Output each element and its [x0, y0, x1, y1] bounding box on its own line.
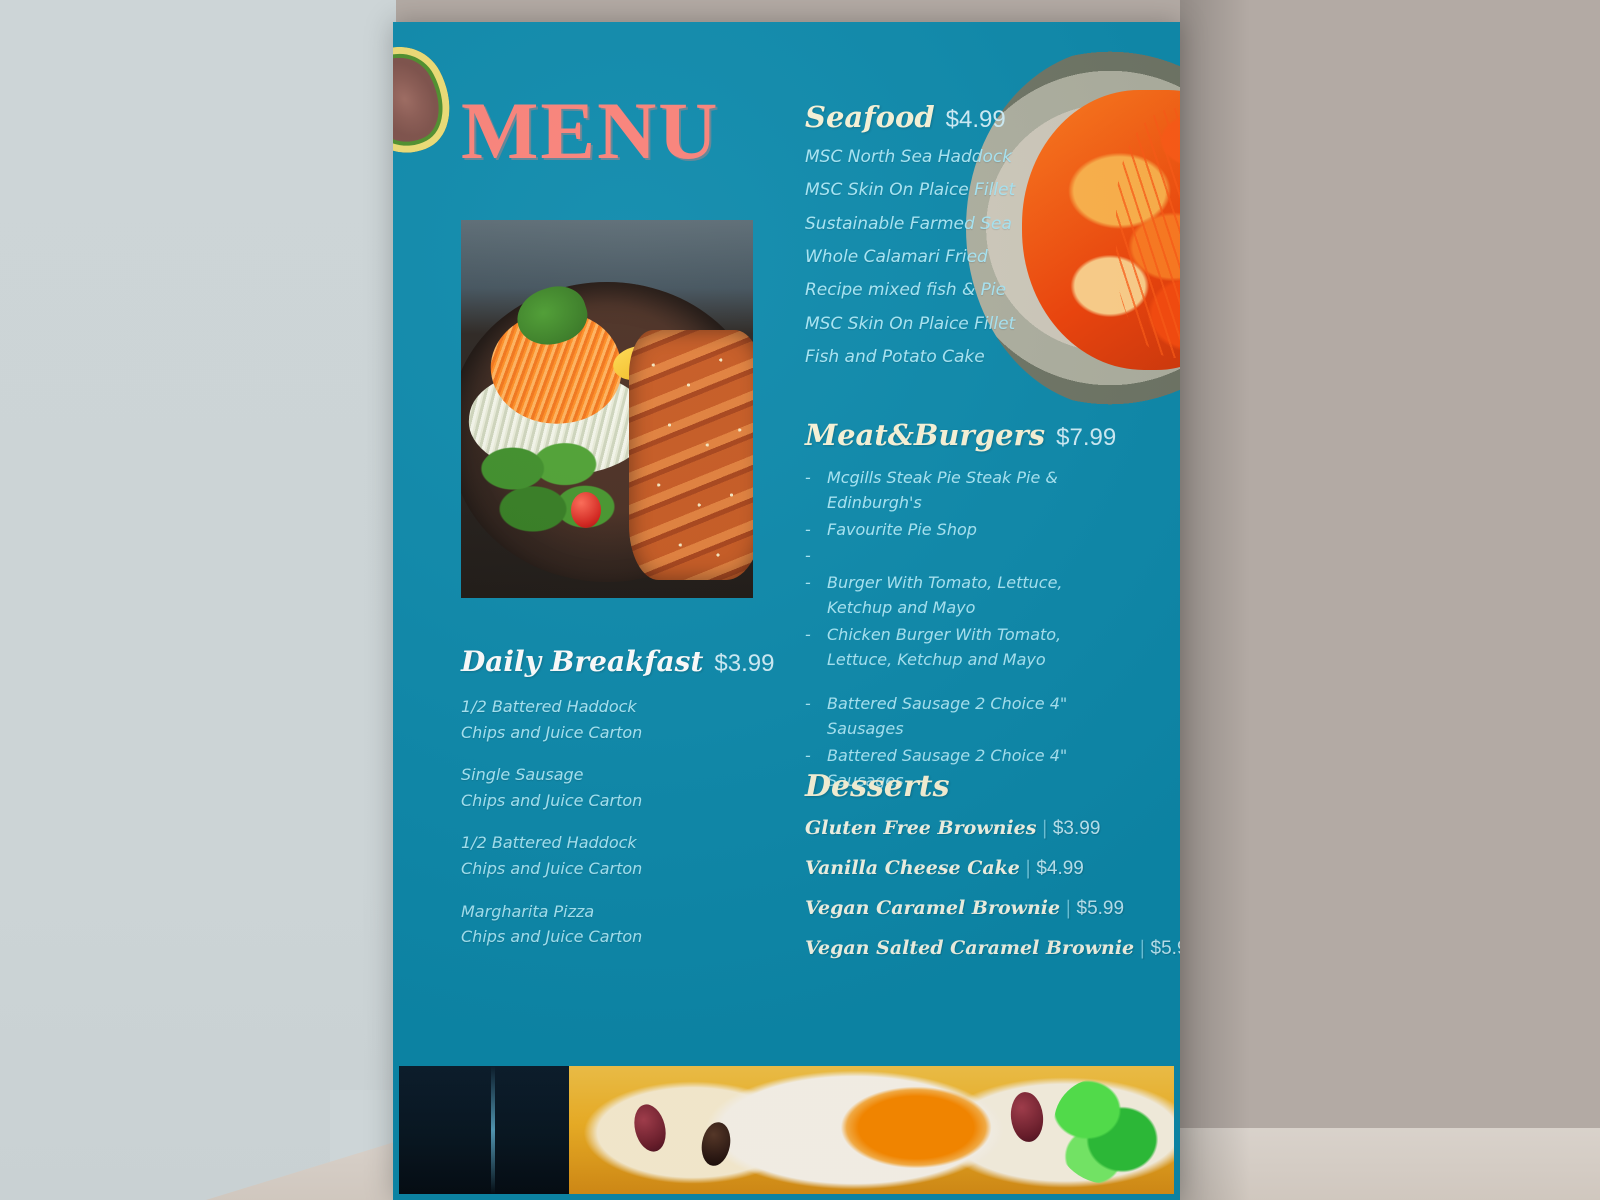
breakfast-line-2: Chips and Juice Carton [461, 927, 643, 947]
section-title-seafood: Seafood [805, 100, 935, 134]
breakfast-line-2: Chips and Juice Carton [461, 790, 643, 810]
breakfast-line-1: 1/2 Battered Haddock [461, 833, 637, 853]
list-item-label: Mcgills Steak Pie Steak Pie & Edinburgh'… [827, 468, 1058, 512]
list-item-label: Favourite Pie Shop [827, 519, 977, 539]
list-item: MSC Skin On Plaice Fillet [805, 313, 1016, 334]
pan-edge-highlight [491, 1066, 495, 1194]
list-item: Whole Calamari Fried [805, 247, 988, 268]
breakfast-line-1: 1/2 Battered Haddock [461, 697, 637, 716]
breakfast-line-2: Chips and Juice Carton [461, 722, 643, 742]
menu-poster: MENU Seafood $4.99 MSC North Sea Haddock… [393, 22, 1180, 1200]
list-item: Gluten Free Brownies | $3.99 [805, 817, 1155, 840]
list-item: - Favourite Pie Shop [805, 518, 1155, 543]
list-item: 1/2 Battered Haddock Chips and Juice Car… [461, 694, 781, 745]
list-item: Fish and Potato Cake [805, 347, 985, 368]
list-item: MSC Skin On Plaice Fillet [805, 180, 1016, 201]
list-item: Margharita Pizza Chips and Juice Carton [461, 899, 781, 950]
list-item: Vegan Caramel Brownie | $5.99 [805, 897, 1155, 920]
bullet-dash: - [805, 694, 811, 714]
avocado-half-photo [393, 42, 451, 162]
section-daily-breakfast: Daily Breakfast $3.99 1/2 Battered Haddo… [461, 645, 781, 967]
list-item: MSC North Sea Haddock [805, 147, 1013, 167]
page-title: MENU [461, 85, 720, 176]
list-item: Sustainable Farmed Sea [805, 213, 1012, 234]
list-item: Recipe mixed fish & Pie [805, 280, 1007, 301]
list-item: Single Sausage Chips and Juice Carton [461, 762, 781, 813]
section-meat-burgers: Meat&Burgers $7.99 - Mcgills Steak Pie S… [805, 418, 1155, 796]
list-item: Vegan Salted Caramel Brownie|$5.99 [805, 937, 1180, 960]
chicken-salad-bowl-photo [461, 220, 753, 598]
separator: | [1139, 937, 1146, 959]
list-item-empty: - [805, 544, 1155, 569]
sesame-seeds [629, 330, 753, 580]
list-item: 1/2 Battered Haddock Chips and Juice Car… [461, 830, 781, 881]
cherry-tomato [571, 492, 601, 528]
dessert-price: $3.99 [1052, 818, 1101, 839]
list-item: - Burger With Tomato, Lettuce, Ketchup a… [805, 571, 1155, 621]
dessert-price: $5.99 [1076, 898, 1125, 919]
wall-left-panel [0, 0, 396, 1200]
section-heading-daily-breakfast: Daily Breakfast $3.99 [461, 645, 781, 678]
separator: | [1024, 857, 1032, 879]
meat-burgers-item-list: - Mcgills Steak Pie Steak Pie & Edinburg… [805, 466, 1155, 794]
separator: | [1041, 817, 1048, 839]
section-heading-seafood: Seafood $4.99 [805, 100, 1145, 134]
dessert-name: Gluten Free Brownies [805, 817, 1037, 839]
section-seafood: Seafood $4.99 MSC North Sea Haddock MSC … [805, 100, 1145, 377]
list-item-label: Burger With Tomato, Lettuce, Ketchup and… [827, 573, 1063, 617]
breakfast-line-1: Margharita Pizza [461, 901, 595, 921]
bullet-dash: - [805, 624, 811, 644]
list-item-label: Chicken Burger With Tomato, Lettuce, Ket… [827, 624, 1062, 669]
section-desserts: Desserts Gluten Free Brownies | $3.99 Vani… [805, 770, 1180, 977]
bullet-dash: - [805, 519, 811, 539]
dessert-price: $4.99 [1036, 858, 1084, 879]
breakfast-line-2: Chips and Juice Carton [461, 858, 643, 878]
list-item: Vanilla Cheese Cake | $4.99 [805, 857, 1155, 880]
fried-eggs-olives-photo [399, 1066, 1174, 1194]
dessert-name: Vegan Caramel Brownie [805, 897, 1061, 919]
list-item: - Battered Sausage 2 Choice 4" Sausages [805, 692, 1155, 742]
list-item: - Mcgills Steak Pie Steak Pie & Edinburg… [805, 466, 1155, 516]
section-price-seafood: $4.99 [945, 106, 1006, 133]
avocado-flesh [393, 42, 451, 162]
section-heading-desserts: Desserts [805, 770, 1155, 803]
section-title-daily-breakfast: Daily Breakfast [461, 645, 704, 678]
seafood-item-list: MSC North Sea Haddock MSC Skin On Plaice… [805, 144, 1145, 370]
bullet-dash: - [805, 573, 811, 593]
section-title-desserts: Desserts [805, 769, 950, 804]
list-item: - Chicken Burger With Tomato, Lettuce, K… [805, 623, 1155, 673]
bullet-dash: - [805, 468, 811, 487]
section-price-daily-breakfast: $3.99 [714, 650, 775, 677]
dessert-name: Vegan Salted Caramel Brownie [805, 937, 1135, 959]
section-heading-meat-burgers: Meat&Burgers $7.99 [805, 418, 1155, 452]
separator: | [1065, 897, 1072, 919]
dessert-name: Vanilla Cheese Cake [805, 857, 1020, 879]
breakfast-line-1: Single Sausage [461, 765, 584, 785]
section-title-meat-burgers: Meat&Burgers [805, 418, 1046, 452]
list-item-label: Battered Sausage 2 Choice 4" Sausages [827, 694, 1068, 739]
section-price-meat-burgers: $7.99 [1056, 424, 1117, 451]
poster-drop-shadow [1180, 0, 1250, 1200]
dessert-price: $5.99 [1150, 938, 1180, 959]
bullet-dash: - [805, 546, 811, 566]
